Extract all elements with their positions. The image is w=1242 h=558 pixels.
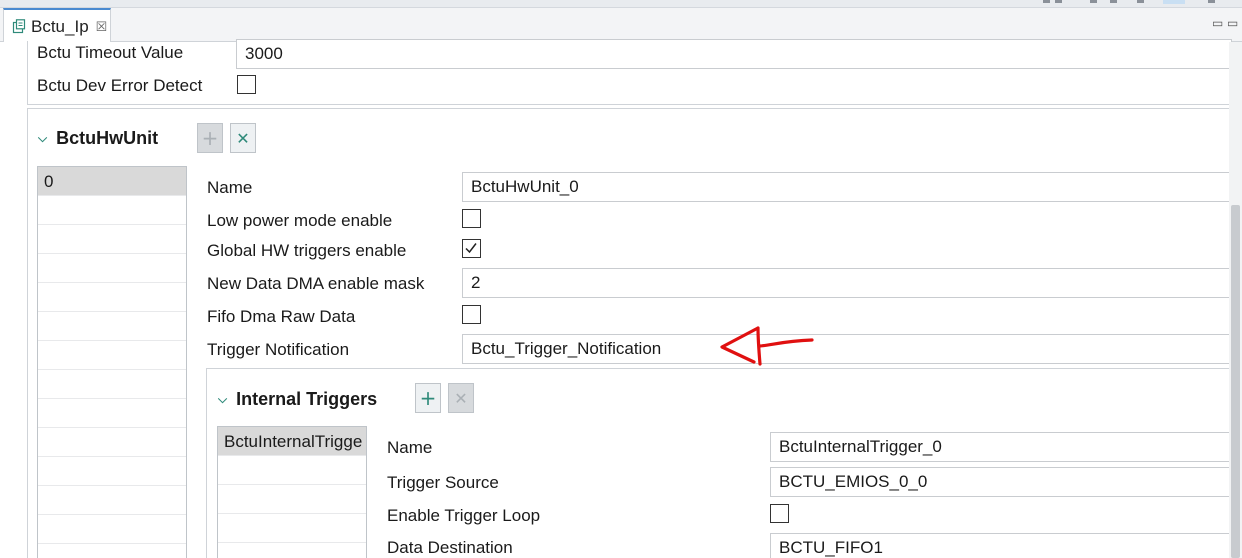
trigger-notification-input[interactable]: Bctu_Trigger_Notification [462, 334, 1232, 364]
scrollbar-thumb[interactable] [1231, 205, 1240, 558]
remove-trigger-button[interactable]: ✕ [448, 383, 474, 413]
list-item-empty [38, 428, 186, 457]
tab-bctu-ip[interactable]: Bctu_Ip ☒ [3, 8, 111, 43]
toolbar-icon[interactable] [1208, 0, 1215, 3]
fifo-raw-checkbox[interactable] [462, 305, 481, 324]
minimize-icon[interactable]: ▭ [1212, 16, 1223, 30]
global-hw-label: Global HW triggers enable [207, 241, 407, 260]
list-item-empty [38, 254, 186, 283]
internal-triggers-title: Internal Triggers [236, 389, 378, 409]
hw-name-input[interactable]: BctuHwUnit_0 [462, 172, 1232, 202]
dma-mask-label: New Data DMA enable mask [207, 274, 425, 293]
hw-name-label: Name [207, 178, 253, 197]
chevron-down-icon[interactable]: ⌵ [218, 392, 227, 407]
internal-trigger-list[interactable]: BctuInternalTrigge [217, 426, 367, 558]
checkmark-icon [465, 243, 477, 254]
toolbar-selected-icon[interactable] [1163, 0, 1185, 4]
module-config-icon [12, 19, 26, 34]
dev-error-label: Bctu Dev Error Detect [37, 76, 203, 95]
tab-title: Bctu_Ip [31, 16, 89, 36]
data-destination-input[interactable]: BCTU_FIFO1 [770, 533, 1232, 558]
list-item-empty [38, 370, 186, 399]
fifo-raw-label: Fifo Dma Raw Data [207, 307, 356, 326]
hw-unit-header[interactable]: ⌵ BctuHwUnit [38, 128, 158, 149]
add-trigger-button[interactable]: + [415, 383, 441, 413]
timeout-input[interactable]: 3000 [236, 39, 1232, 69]
hw-unit-list[interactable]: 0 [37, 166, 187, 558]
list-item-empty [38, 225, 186, 254]
list-item-empty [38, 457, 186, 486]
list-item-empty [218, 485, 366, 514]
remove-hw-unit-button[interactable]: ✕ [230, 123, 256, 153]
list-item-empty [38, 399, 186, 428]
list-item[interactable]: 0 [38, 167, 186, 196]
list-item-empty [38, 515, 186, 544]
list-item-empty [38, 283, 186, 312]
list-item-empty [38, 544, 186, 558]
toolbar-icon[interactable] [1137, 0, 1144, 3]
trigger-notification-label: Trigger Notification [207, 340, 350, 359]
trigger-loop-checkbox[interactable] [770, 504, 789, 523]
global-hw-checkbox[interactable] [462, 239, 481, 258]
editor-tab-bar: Bctu_Ip ☒ ▭ ▭ [0, 8, 1242, 43]
list-item-empty [38, 341, 186, 370]
dev-error-checkbox[interactable] [237, 75, 256, 94]
add-hw-unit-button[interactable]: + [197, 123, 223, 153]
list-item-empty [38, 486, 186, 515]
data-destination-label: Data Destination [387, 538, 513, 557]
trigger-loop-label: Enable Trigger Loop [387, 506, 541, 525]
annotation-arrow-icon [720, 326, 814, 366]
list-item-empty [38, 312, 186, 341]
chevron-down-icon[interactable]: ⌵ [38, 131, 47, 146]
trigger-name-input[interactable]: BctuInternalTrigger_0 [770, 432, 1232, 462]
toolbar-strip [0, 0, 1242, 8]
list-item-empty [38, 196, 186, 225]
trigger-source-label: Trigger Source [387, 473, 499, 492]
config-editor: Bctu Timeout Value 3000 Bctu Dev Error D… [0, 39, 1242, 558]
dma-mask-input[interactable]: 2 [462, 268, 1232, 298]
list-item-empty [218, 456, 366, 485]
timeout-label: Bctu Timeout Value [37, 43, 184, 62]
trigger-name-label: Name [387, 438, 433, 457]
trigger-source-input[interactable]: BCTU_EMIOS_0_0 [770, 467, 1232, 497]
close-icon[interactable]: ☒ [96, 19, 108, 35]
list-item[interactable]: BctuInternalTrigge [218, 427, 366, 456]
low-power-checkbox[interactable] [462, 209, 481, 228]
maximize-icon[interactable]: ▭ [1227, 16, 1238, 30]
internal-triggers-header[interactable]: ⌵ Internal Triggers [218, 389, 377, 410]
toolbar-icon[interactable] [1090, 0, 1097, 3]
hw-unit-title: BctuHwUnit [56, 128, 159, 148]
toolbar-icon[interactable] [1055, 0, 1062, 3]
toolbar-icon[interactable] [1043, 0, 1050, 3]
toolbar-icon[interactable] [1110, 0, 1117, 3]
list-item-empty [218, 514, 366, 543]
low-power-label: Low power mode enable [207, 211, 393, 230]
